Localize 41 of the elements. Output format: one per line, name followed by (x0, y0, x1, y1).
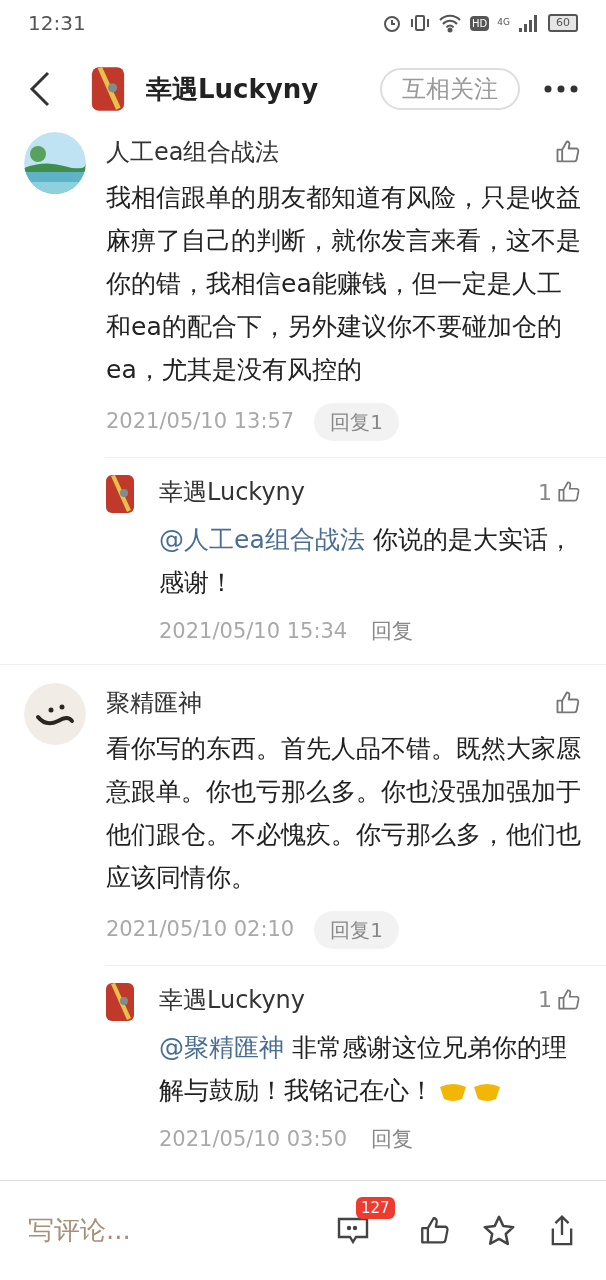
reply-button[interactable]: 回复 (371, 616, 414, 648)
reply-author: 幸遇Luckyny (159, 477, 305, 508)
avatar (24, 682, 86, 745)
reply-button[interactable]: 回复1 (314, 910, 399, 949)
back-icon[interactable] (28, 71, 52, 107)
avatar (105, 474, 135, 514)
hd-badge: HD (470, 15, 490, 31)
alarm-icon (382, 13, 403, 33)
comment-time: 2021/05/10 13:57 (106, 408, 295, 436)
battery-indicator: 60 (548, 14, 578, 32)
comment-author: 聚精匯神 (106, 687, 202, 719)
signal-icon (518, 14, 540, 32)
avatar (105, 981, 135, 1022)
network-type: 4G (497, 16, 510, 30)
reply-time: 2021/05/10 03:50 (159, 1125, 348, 1153)
comment-time: 2021/05/10 02:10 (106, 915, 295, 943)
more-icon[interactable] (544, 85, 578, 93)
like-count: 1 (538, 478, 552, 507)
header-title: 幸遇Luckyny (146, 72, 319, 106)
mention-link[interactable]: @聚精匯神 (159, 1032, 284, 1062)
vibrate-icon (410, 13, 431, 33)
reply-author: 幸遇Luckyny (159, 984, 305, 1016)
comment-text: 我相信跟单的朋友都知道有风险，只是收益麻痹了自己的判断，就你发言来看，这不是你的错，我相信ea能赚钱，但一定是人工和ea的配合下，另外建议你不要碰加仓的ea，尤其是没有风控的 (106, 182, 582, 386)
count-badge: 127 (356, 1196, 395, 1219)
thumbs-up-icon[interactable] (556, 986, 582, 1013)
wifi-icon (438, 13, 463, 33)
thumbs-up-icon[interactable] (556, 479, 582, 505)
reply-time: 2021/05/10 15:34 (159, 618, 348, 645)
like-count: 1 (538, 986, 552, 1014)
reply-text: @人工ea组合战法 你说的是大实话，感谢！ (159, 524, 574, 599)
reply-button[interactable]: 回复1 (314, 403, 399, 441)
comment-author: 人工ea组合战法 (106, 137, 280, 168)
avatar (90, 66, 126, 112)
star-icon[interactable] (482, 1213, 516, 1248)
follow-button[interactable]: 互相关注 (380, 68, 520, 110)
mention-link[interactable]: @人工ea组合战法 (159, 525, 365, 554)
comment-text: 看你写的东西。首先人品不错。既然大家愿意跟单。你也亏那么多。你也没强加强加于他们跟仓。不必愧疚。你亏那么多，他们也应该同情你。 (106, 732, 582, 894)
reply-button[interactable]: 回复 (371, 1123, 414, 1155)
reply-text: @聚精匯神 非常感谢这位兄弟你的理解与鼓励！我铭记在心！ (159, 1031, 568, 1107)
status-time: 12:31 (28, 10, 86, 37)
comment-input-field[interactable]: 写评论... (28, 1211, 336, 1250)
